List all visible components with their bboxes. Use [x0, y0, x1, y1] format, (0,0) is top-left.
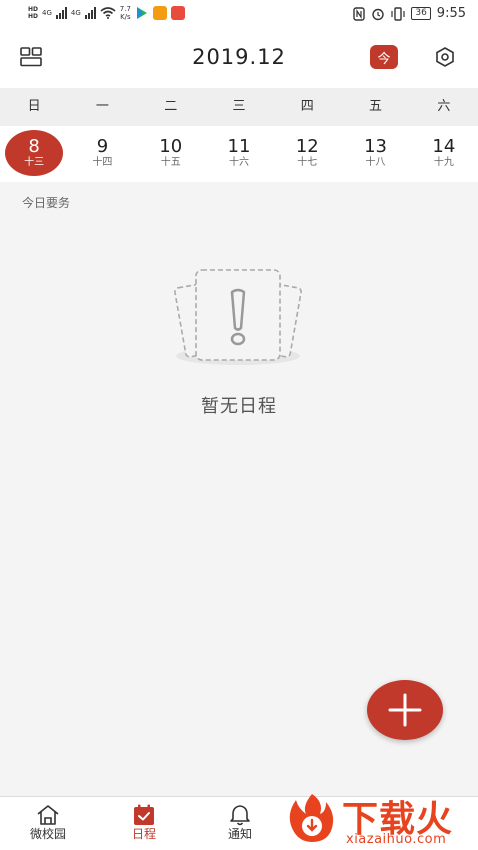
alarm-icon [372, 8, 385, 20]
calendar-check-icon [134, 804, 154, 825]
date-cell[interactable]: 12 十七 [273, 126, 341, 182]
speed-unit: K/s [120, 13, 131, 21]
date-number: 13 [364, 136, 387, 157]
app-notification-icon [152, 6, 167, 20]
nfc-icon [353, 6, 366, 21]
tab-label: 微校园 [29, 827, 66, 841]
lunar-date: 十四 [92, 157, 113, 168]
layout-menu-icon[interactable] [20, 47, 42, 67]
vibrate-icon [391, 6, 405, 21]
home-icon [37, 805, 59, 825]
status-left: HD HD 4G 4G 7.7 K/s [28, 5, 185, 21]
date-cell[interactable]: 11 十六 [205, 126, 273, 182]
date-cell[interactable]: 9 十四 [68, 126, 136, 182]
date-cell[interactable]: 10 十五 [137, 126, 205, 182]
date-cell[interactable]: 13 十八 [341, 126, 409, 182]
settings-hexagon-icon[interactable] [434, 46, 456, 68]
lunar-date: 十五 [160, 157, 181, 168]
date-number: 10 [159, 136, 183, 157]
top-header: 2019.12 今 [0, 28, 478, 88]
date-number: 11 [227, 136, 251, 157]
weekday-label: 一 [95, 99, 109, 114]
lunar-date: 十八 [365, 157, 386, 168]
weekday-label: 五 [369, 99, 383, 114]
date-number: 8 [28, 136, 40, 157]
date-number: 14 [432, 136, 456, 157]
weekday-label: 四 [300, 99, 314, 114]
date-cell-selected[interactable]: 8 十三 [0, 126, 68, 182]
date-number: 12 [295, 136, 319, 157]
tab-label: 通知 [227, 827, 252, 841]
plus-icon [388, 693, 422, 727]
weekday-label: 二 [164, 99, 178, 114]
play-store-icon [136, 7, 147, 19]
weekday-header: 日 一 二 三 四 五 六 [0, 88, 478, 126]
empty-schedule-icon [174, 269, 302, 365]
flame-logo-icon [289, 794, 334, 842]
status-right: 36 9:55 [353, 6, 466, 21]
week-date-strip: 8 十三 9 十四 10 十五 11 十六 12 十七 13 十八 14 十九 [0, 126, 478, 182]
today-tasks-label: 今日要务 [22, 196, 71, 210]
hd-indicator: HD HD [28, 6, 38, 20]
watermark: 下载火 xiazaihuo.com [282, 786, 478, 850]
signal-label-2: 4G [70, 9, 81, 17]
date-number: 9 [96, 136, 109, 157]
weekday-label: 六 [437, 99, 451, 114]
tab-campus[interactable]: 微校园 [0, 797, 96, 850]
signal-label-1: 4G [42, 9, 52, 17]
month-title: 2019.12 [192, 45, 286, 69]
lunar-date: 十九 [433, 157, 454, 168]
lunar-date: 十七 [297, 157, 318, 168]
tab-label: 日程 [131, 827, 156, 841]
signal-bars-icon [55, 7, 67, 19]
clock: 9:55 [436, 6, 466, 21]
hd-label-1: HD [28, 6, 39, 13]
add-schedule-button[interactable] [367, 680, 443, 740]
date-cell[interactable]: 14 十九 [410, 126, 478, 182]
wifi-icon [100, 7, 116, 19]
tab-schedule[interactable]: 日程 [96, 797, 192, 850]
weekday-label: 日 [27, 99, 41, 114]
today-button[interactable]: 今 [370, 45, 398, 69]
empty-schedule-text: 暂无日程 [201, 396, 277, 417]
app-notification-icon [170, 6, 185, 20]
lunar-date: 十六 [228, 157, 249, 168]
signal-bars-icon [84, 7, 96, 19]
network-speed: 7.7 K/s [120, 5, 131, 21]
hd-label-2: HD [28, 13, 39, 20]
lunar-date: 十三 [24, 157, 45, 168]
status-bar: HD HD 4G 4G 7.7 K/s 36 9:55 [0, 0, 478, 28]
tab-notifications[interactable]: 通知 [192, 797, 288, 850]
bell-icon [230, 805, 250, 826]
battery-level: 36 [411, 7, 431, 20]
watermark-url: xiazaihuo.com [346, 832, 447, 847]
speed-value: 7.7 [119, 5, 131, 13]
weekday-label: 三 [232, 99, 246, 114]
